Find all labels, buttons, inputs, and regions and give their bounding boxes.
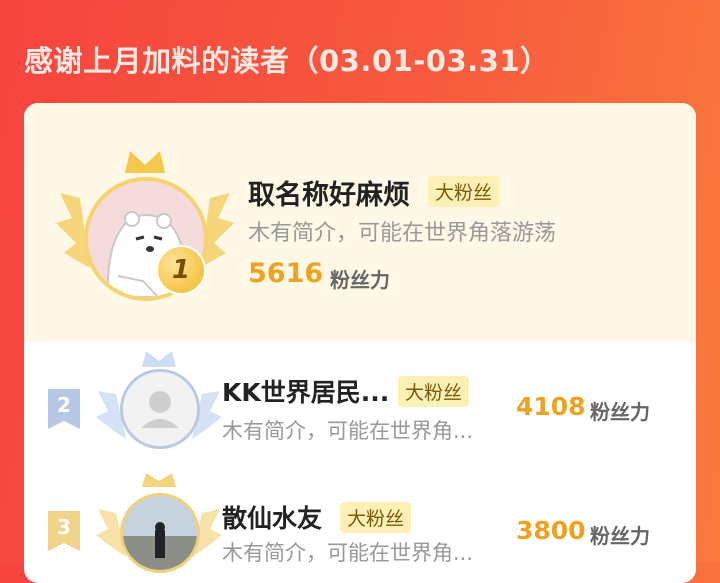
page-title: 感谢上月加料的读者（03.01-03.31） [24,44,550,78]
reader-name[interactable]: 散仙水友 [222,499,322,535]
reader-bio: 木有简介，可能在世界角落游荡 [248,221,557,246]
fan-power-unit: 粉丝力 [330,268,390,292]
reader-row[interactable]: 2 KK世界居民... 大粉丝 木有简介，可能在世界角... 4108 粉丝力 [24,341,696,471]
reader-row[interactable]: 3 散仙水友 大粉丝 木有简介，可能在世界角... 3800 粉丝力 [24,471,696,583]
rank-number: 2 [57,393,71,417]
leaderboard-card: 1 取名称好麻烦 大粉丝 木有简介，可能在世界角落游荡 5616 粉丝力 2 K… [24,103,696,583]
fan-badge: 大粉丝 [428,176,500,207]
avatar[interactable] [120,369,200,449]
fan-power-score: 3800 [516,516,586,545]
reader-name[interactable]: 取名称好麻烦 [248,173,410,212]
fan-badge: 大粉丝 [340,502,412,533]
fan-power-score: 5616 [248,258,324,289]
avatar[interactable] [120,493,200,573]
rank-number: 1 [171,255,191,285]
reader-bio: 木有简介，可能在世界角... [222,419,474,443]
fan-power-score: 4108 [516,392,586,421]
reader-bio: 木有简介，可能在世界角... [222,541,474,565]
fan-badge: 大粉丝 [398,376,470,407]
fan-power-unit: 粉丝力 [590,524,650,548]
rank-1-medal-icon: 1 [156,245,206,295]
photo-avatar-icon [123,496,197,570]
default-person-icon [123,372,197,446]
reader-name[interactable]: KK世界居民... [222,373,389,409]
top-reader-row[interactable]: 1 取名称好麻烦 大粉丝 木有简介，可能在世界角落游荡 5616 粉丝力 [24,103,696,341]
fan-power-unit: 粉丝力 [590,400,650,424]
rank-number: 3 [57,515,71,539]
